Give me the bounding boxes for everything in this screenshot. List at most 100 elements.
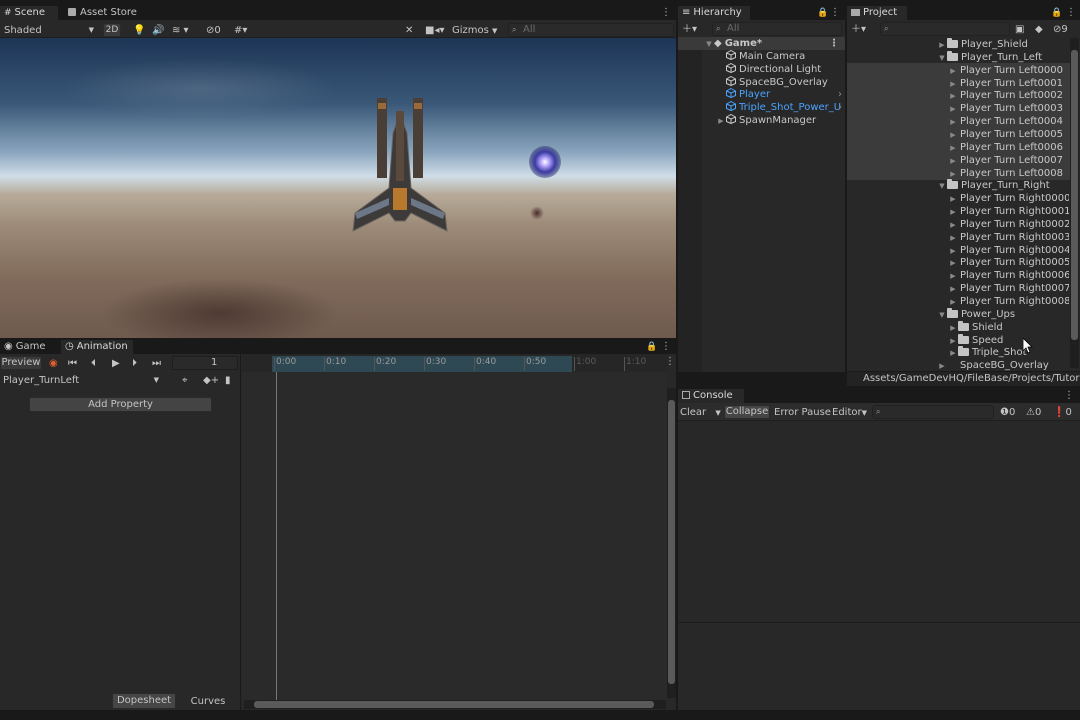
- project-tree-item[interactable]: ▶ Player_Shield: [847, 38, 1069, 51]
- expand-arrow-icon[interactable]: ▶: [948, 245, 958, 257]
- console-menu-icon[interactable]: ⋮: [1064, 390, 1074, 402]
- tab-game[interactable]: ◉ Game: [0, 340, 60, 354]
- error-count-toggle[interactable]: ❗0: [1053, 405, 1072, 420]
- scene-search-input[interactable]: ⌕ All: [508, 23, 674, 37]
- timeline-menu-icon[interactable]: ⋮: [665, 356, 675, 368]
- expand-arrow-icon[interactable]: ▶: [948, 347, 958, 359]
- expand-arrow-icon[interactable]: ▼: [937, 52, 947, 64]
- expand-arrow-icon[interactable]: ▶: [948, 78, 958, 90]
- effects-icon[interactable]: ≋ ▾: [172, 23, 189, 38]
- project-scrollbar[interactable]: [1070, 38, 1079, 368]
- expand-arrow-icon[interactable]: ▼: [937, 180, 947, 192]
- project-tree-item[interactable]: ▶ Player Turn Right0004: [847, 244, 1069, 257]
- tab-animation[interactable]: ◷ Animation: [61, 340, 133, 354]
- lock-icon[interactable]: 🔒: [817, 7, 828, 19]
- expand-arrow-icon[interactable]: ▶: [948, 155, 958, 167]
- add-property-button[interactable]: Add Property: [29, 397, 212, 412]
- dopesheet-button[interactable]: Dopesheet: [112, 693, 176, 709]
- expand-arrow-icon[interactable]: ▶: [948, 219, 958, 231]
- tab-project[interactable]: Project: [847, 6, 907, 20]
- expand-arrow-icon[interactable]: ▶: [948, 90, 958, 102]
- project-tree-item[interactable]: ▶ Shield: [847, 320, 1069, 334]
- hierarchy-menu-icon[interactable]: ⋮: [830, 7, 840, 19]
- expand-arrow-icon[interactable]: ▼: [937, 309, 947, 321]
- tab-asset-store[interactable]: Asset Store: [64, 6, 143, 20]
- log-count-toggle[interactable]: ❶0: [1000, 405, 1015, 420]
- editor-dropdown[interactable]: Editor▼: [832, 405, 867, 420]
- project-tree-item[interactable]: ▼ Player_Turn_Left: [847, 50, 1069, 64]
- tab-scene[interactable]: # Scene: [0, 6, 58, 20]
- audio-icon[interactable]: 🔊: [152, 23, 164, 38]
- project-tree-item[interactable]: ▶ Player Turn Left0001: [847, 77, 1069, 90]
- project-tree-item[interactable]: ▶ Player Turn Left0008: [847, 167, 1069, 180]
- lock-icon[interactable]: 🔒: [1051, 7, 1062, 19]
- curves-button[interactable]: Curves: [178, 694, 238, 709]
- project-tree-item[interactable]: ▶ Player Turn Right0006: [847, 269, 1069, 282]
- expand-arrow-icon[interactable]: ▶: [948, 116, 958, 128]
- tools-icon[interactable]: ✕: [405, 23, 413, 38]
- expand-arrow-icon[interactable]: ▶: [948, 103, 958, 115]
- project-tree-item[interactable]: ▶ Triple_Shot: [847, 346, 1069, 359]
- frame-input[interactable]: 1: [172, 356, 238, 370]
- expand-arrow-icon[interactable]: ▶: [948, 335, 958, 347]
- add-keyframe-icon[interactable]: ⌖: [182, 373, 188, 388]
- 2d-toggle-button[interactable]: 2D: [103, 23, 121, 37]
- project-tree-item[interactable]: ▶ Speed: [847, 333, 1069, 347]
- scene-options-icon[interactable]: ⋮: [829, 37, 839, 50]
- expand-arrow-icon[interactable]: ▶: [937, 39, 947, 51]
- preview-button[interactable]: Preview: [0, 356, 42, 370]
- lighting-icon[interactable]: 💡: [133, 23, 145, 38]
- lock-icon[interactable]: 🔒: [646, 341, 657, 353]
- hierarchy-item[interactable]: Directional Light: [678, 62, 845, 76]
- playhead[interactable]: [276, 372, 277, 700]
- project-scrollbar-thumb[interactable]: [1071, 50, 1078, 340]
- filter-by-label-icon[interactable]: ◆: [1035, 22, 1043, 37]
- tab-hierarchy[interactable]: ≡ Hierarchy: [678, 6, 750, 20]
- hidden-objects-icon[interactable]: ⊘0: [206, 23, 221, 38]
- expand-arrow-icon[interactable]: ▶: [948, 296, 958, 308]
- last-key-icon[interactable]: ⏭: [152, 356, 161, 371]
- clip-dropdown[interactable]: Player_TurnLeft ▼: [3, 373, 163, 388]
- expand-arrow-icon[interactable]: ▶: [948, 206, 958, 218]
- project-tree-item[interactable]: ▶ Player Turn Left0002: [847, 89, 1069, 102]
- project-tree-item[interactable]: ▶ Player Turn Right0001: [847, 205, 1069, 218]
- prev-key-icon[interactable]: ⏴: [91, 356, 96, 371]
- project-tree-item[interactable]: ▶ Player Turn Right0008: [847, 295, 1069, 308]
- hierarchy-item[interactable]: Player ›: [678, 88, 845, 101]
- expand-arrow-icon[interactable]: ▶: [948, 232, 958, 244]
- hierarchy-item[interactable]: Main Camera: [678, 50, 845, 63]
- project-menu-icon[interactable]: ⋮: [1066, 7, 1076, 19]
- grid-snap-icon[interactable]: #▾: [234, 23, 247, 38]
- next-key-icon[interactable]: ⏵: [132, 356, 137, 371]
- project-tree-item[interactable]: ▶ Player Turn Left0004: [847, 115, 1069, 128]
- expand-arrow-icon[interactable]: ▶: [948, 283, 958, 295]
- project-tree-item[interactable]: ▶ Player Turn Right0005: [847, 256, 1069, 269]
- hierarchy-item[interactable]: SpaceBG_Overlay: [678, 75, 845, 89]
- play-icon[interactable]: ▶: [112, 356, 120, 371]
- project-create-button[interactable]: ＋▾: [851, 22, 866, 37]
- hidden-packages-icon[interactable]: ⊘9: [1053, 22, 1068, 37]
- hierarchy-create-button[interactable]: ＋▾: [682, 22, 697, 37]
- warning-count-toggle[interactable]: ⚠0: [1026, 405, 1041, 420]
- timeline-hscrollbar-thumb[interactable]: [254, 701, 654, 708]
- animation-menu-icon[interactable]: ⋮: [661, 341, 671, 353]
- timeline-hscrollbar[interactable]: [244, 700, 666, 709]
- timeline-vscrollbar[interactable]: [667, 388, 676, 698]
- expand-arrow-icon[interactable]: ▶: [716, 115, 726, 128]
- scene-root-row[interactable]: ▼ ◆ Game* ⋮: [678, 37, 845, 50]
- expand-arrow-icon[interactable]: ▶: [948, 129, 958, 141]
- console-search-input[interactable]: ⌕: [872, 405, 994, 419]
- expand-arrow-icon[interactable]: ▶: [948, 65, 958, 77]
- expand-arrow-icon[interactable]: ▶: [948, 322, 958, 334]
- filter-by-type-icon[interactable]: ▣: [1015, 22, 1024, 37]
- add-event-icon[interactable]: ◆+: [203, 373, 219, 388]
- chevron-right-icon[interactable]: ›: [838, 88, 842, 101]
- timeline-vscrollbar-thumb[interactable]: [668, 400, 675, 684]
- console-log-area[interactable]: [678, 421, 1080, 621]
- tab-console[interactable]: Console: [678, 389, 744, 403]
- project-tree-item[interactable]: ▼ Player_Turn_Right: [847, 179, 1069, 192]
- hierarchy-item[interactable]: Triple_Shot_Power_U ›: [678, 101, 845, 114]
- project-tree-item[interactable]: ▶ Player Turn Left0000: [847, 64, 1069, 77]
- project-tree-item[interactable]: ▶ Player Turn Right0007: [847, 282, 1069, 295]
- record-icon[interactable]: ◉: [49, 356, 58, 371]
